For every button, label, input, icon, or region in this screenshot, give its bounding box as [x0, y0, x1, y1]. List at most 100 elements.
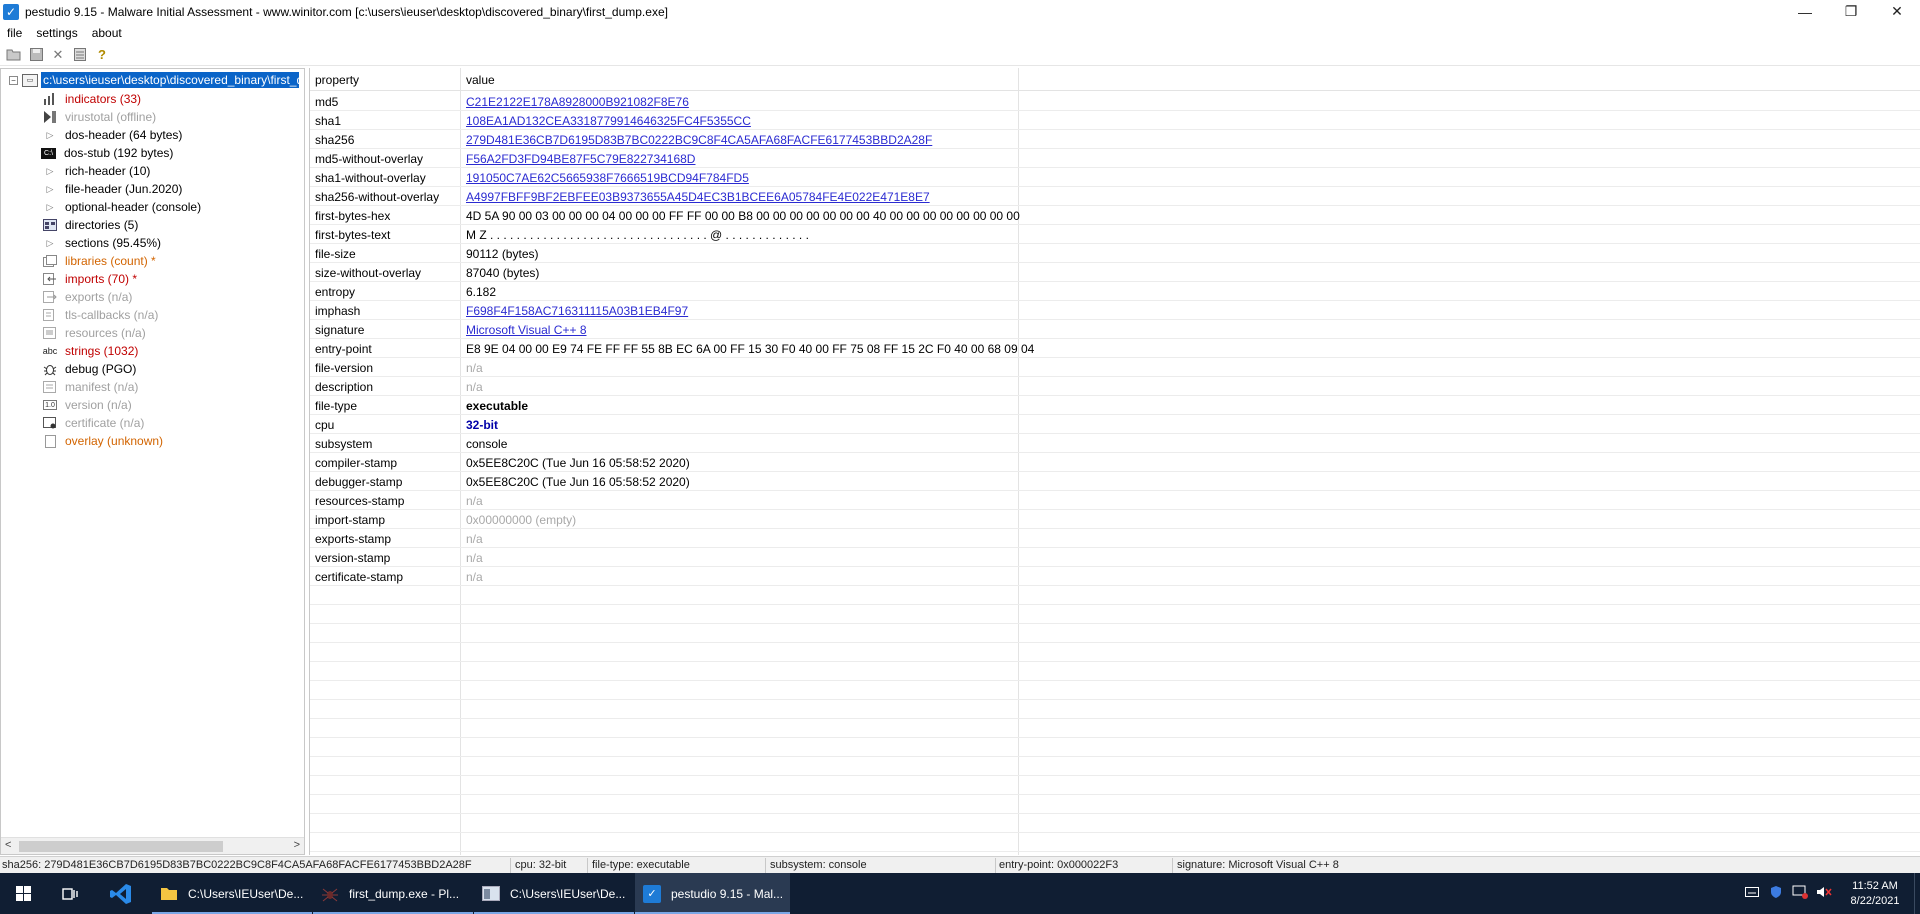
- scroll-right-icon[interactable]: >: [294, 839, 300, 851]
- cell-value-link[interactable]: C21E2122E178A8928000B921082F8E76: [466, 95, 689, 109]
- table-row[interactable]: sha256 279D481E36CB7D6195D83B7BC0222BC9C8…: [310, 130, 1920, 149]
- menu-settings[interactable]: settings: [29, 26, 84, 40]
- tree-item-exports[interactable]: exports (n/a): [41, 288, 132, 306]
- table-row[interactable]: first-bytes-text M Z . . . . . . . . . . …: [310, 225, 1920, 244]
- table-row[interactable]: file-version n/a: [310, 358, 1920, 377]
- table-row[interactable]: md5 C21E2122E178A8928000B921082F8E76: [310, 92, 1920, 111]
- table-row[interactable]: entropy 6.182: [310, 282, 1920, 301]
- show-desktop-button[interactable]: [1914, 873, 1920, 914]
- table-row[interactable]: first-bytes-hex 4D 5A 90 00 03 00 00 00 0…: [310, 206, 1920, 225]
- tree-item-dos-stub[interactable]: C:\ dos-stub (192 bytes): [41, 144, 173, 162]
- cell-value-link[interactable]: Microsoft Visual C++ 8: [466, 323, 587, 337]
- tree-item-rich-header[interactable]: ▷ rich-header (10): [41, 162, 151, 180]
- tree-item-tls-callbacks[interactable]: tls-callbacks (n/a): [41, 306, 158, 324]
- cell-value: n/a: [466, 494, 483, 508]
- tree-item-debug[interactable]: debug (PGO): [41, 360, 136, 378]
- close-button[interactable]: ✕: [1874, 0, 1920, 23]
- taskbar-app-explorer-1[interactable]: C:\Users\IEUser\De...: [152, 873, 312, 914]
- cell-value-link[interactable]: 191050C7AE62C5665938F7666519BCD94F784FD5: [466, 171, 749, 185]
- help-icon[interactable]: ?: [91, 46, 113, 64]
- vscode-icon[interactable]: [98, 873, 144, 914]
- open-icon[interactable]: [3, 46, 25, 64]
- taskbar-app-label: pestudio 9.15 - Mal...: [671, 886, 784, 901]
- table-row[interactable]: imphash F698F4F158AC716311115A03B1EB4F97: [310, 301, 1920, 320]
- table-row[interactable]: size-without-overlay 87040 (bytes): [310, 263, 1920, 282]
- table-row[interactable]: sha1-without-overlay 191050C7AE62C5665938…: [310, 168, 1920, 187]
- tree-item-virustotal[interactable]: virustotal (offline): [41, 108, 156, 126]
- cell-property: entry-point: [315, 342, 372, 356]
- tree-item-optional-header[interactable]: ▷ optional-header (console): [41, 198, 202, 216]
- grid-line: [310, 718, 1920, 719]
- cell-value-link[interactable]: F56A2FD3FD94BE87F5C79E822734168D: [466, 152, 695, 166]
- tree-item-resources[interactable]: resources (n/a): [41, 324, 146, 342]
- table-row[interactable]: md5-without-overlay F56A2FD3FD94BE87F5C79…: [310, 149, 1920, 168]
- status-divider: [510, 858, 511, 873]
- table-row[interactable]: cpu 32-bit: [310, 415, 1920, 434]
- tree-item-manifest[interactable]: manifest (n/a): [41, 378, 138, 396]
- cell-value-link[interactable]: A4997FBFF9BF2EBFEE03B9373655A45D4EC3B1BC…: [466, 190, 930, 204]
- tree-item-imports[interactable]: imports (70) *: [41, 270, 137, 288]
- collapse-icon[interactable]: −: [9, 75, 18, 85]
- keyboard-icon[interactable]: [1740, 887, 1764, 900]
- header-value[interactable]: value: [466, 73, 495, 87]
- tree-item-strings[interactable]: abc strings (1032): [41, 342, 139, 360]
- menu-file[interactable]: file: [0, 26, 29, 40]
- tree-item-version[interactable]: 1.0 version (n/a): [41, 396, 132, 414]
- table-row[interactable]: entry-point E8 9E 04 00 00 E9 74 FE FF FF…: [310, 339, 1920, 358]
- menu-about[interactable]: about: [85, 26, 129, 40]
- tree-item-certificate[interactable]: certificate (n/a): [41, 414, 144, 432]
- table-row[interactable]: sha1 108EA1AD132CEA3318779914646325FC4F53…: [310, 111, 1920, 130]
- cell-property: exports-stamp: [315, 532, 392, 546]
- table-row[interactable]: file-size 90112 (bytes): [310, 244, 1920, 263]
- title-bar: ✓ pestudio 9.15 - Malware Initial Assess…: [0, 0, 1920, 23]
- grid-line: [310, 148, 1920, 149]
- tree-item-libraries[interactable]: libraries (count) *: [41, 252, 156, 270]
- security-shield-icon[interactable]: [1764, 885, 1788, 902]
- table-row[interactable]: certificate-stamp n/a: [310, 567, 1920, 586]
- taskbar-app-pestudio[interactable]: ✓ pestudio 9.15 - Mal...: [635, 873, 790, 914]
- table-row[interactable]: subsystem console: [310, 434, 1920, 453]
- volume-muted-icon[interactable]: [1812, 885, 1836, 902]
- tree-item-overlay[interactable]: overlay (unknown): [41, 432, 163, 450]
- windows-icon: [15, 886, 31, 901]
- tree-item-sections[interactable]: ▷ sections (95.45%): [41, 234, 162, 252]
- clock[interactable]: 11:52 AM 8/22/2021: [1836, 879, 1914, 909]
- cell-property: compiler-stamp: [315, 456, 398, 470]
- table-row[interactable]: version-stamp n/a: [310, 548, 1920, 567]
- header-property[interactable]: property: [315, 73, 359, 87]
- table-row[interactable]: exports-stamp n/a: [310, 529, 1920, 548]
- list-icon[interactable]: [69, 46, 91, 64]
- table-row[interactable]: import-stamp 0x00000000 (empty): [310, 510, 1920, 529]
- grid-line: [310, 528, 1920, 529]
- table-row[interactable]: resources-stamp n/a: [310, 491, 1920, 510]
- table-row[interactable]: sha256-without-overlay A4997FBFF9BF2EBFEE…: [310, 187, 1920, 206]
- table-row[interactable]: debugger-stamp 0x5EE8C20C (Tue Jun 16 05:…: [310, 472, 1920, 491]
- minimize-button[interactable]: —: [1782, 0, 1828, 23]
- tree-item-file-header[interactable]: ▷ file-header (Jun.2020): [41, 180, 183, 198]
- taskbar-app-explorer-2[interactable]: C:\Users\IEUser\De...: [474, 873, 634, 914]
- start-button[interactable]: [0, 873, 46, 914]
- cell-value-link[interactable]: 108EA1AD132CEA3318779914646325FC4F5355CC: [466, 114, 751, 128]
- table-row[interactable]: file-type executable: [310, 396, 1920, 415]
- table-row[interactable]: description n/a: [310, 377, 1920, 396]
- tree-horizontal-scrollbar[interactable]: < >: [1, 837, 304, 854]
- tree-root[interactable]: − ▭ c:\users\ieuser\desktop\discovered_b…: [9, 72, 299, 88]
- scrollbar-thumb[interactable]: [19, 841, 223, 852]
- tree-item-directories[interactable]: directories (5): [41, 216, 138, 234]
- tree-item-indicators[interactable]: indicators (33): [41, 90, 141, 108]
- task-view-icon[interactable]: [48, 873, 94, 914]
- tree-root-label[interactable]: c:\users\ieuser\desktop\discovered_binar…: [41, 72, 299, 88]
- grid-line: [310, 357, 1920, 358]
- table-row[interactable]: compiler-stamp 0x5EE8C20C (Tue Jun 16 05:…: [310, 453, 1920, 472]
- save-icon[interactable]: [25, 46, 47, 64]
- status-divider: [587, 858, 588, 873]
- cell-value-link[interactable]: 279D481E36CB7D6195D83B7BC0222BC9C8F4CA5A…: [466, 133, 932, 147]
- network-icon[interactable]: [1788, 885, 1812, 902]
- tree-item-dos-header[interactable]: ▷ dos-header (64 bytes): [41, 126, 183, 144]
- close-icon[interactable]: ✕: [47, 46, 69, 64]
- cell-value-link[interactable]: F698F4F158AC716311115A03B1EB4F97: [466, 304, 688, 318]
- scroll-left-icon[interactable]: <: [5, 839, 11, 851]
- table-row[interactable]: signature Microsoft Visual C++ 8: [310, 320, 1920, 339]
- maximize-button[interactable]: ❐: [1828, 0, 1874, 23]
- taskbar-app-first-dump[interactable]: first_dump.exe - Pl...: [313, 873, 473, 914]
